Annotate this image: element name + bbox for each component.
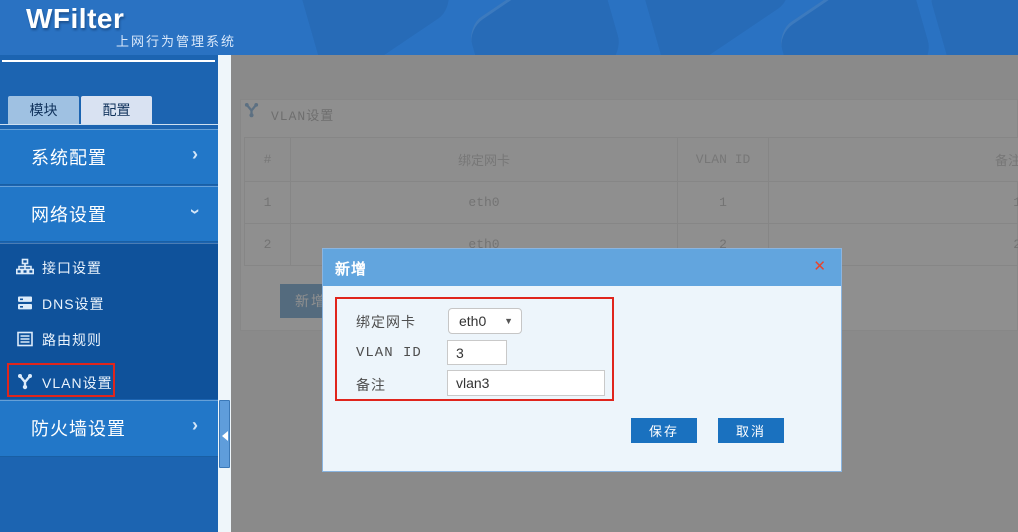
list-icon: [16, 330, 34, 348]
keyboard-key-shape: [777, 0, 933, 55]
server-icon: [16, 294, 34, 312]
sidebar-item-firewall-settings[interactable]: 防火墙设置 ›: [0, 400, 218, 457]
sidebar-divider: [2, 60, 215, 62]
close-icon[interactable]: ✕: [813, 257, 826, 275]
tabs-underline: [0, 124, 218, 125]
sidebar-item-network-settings[interactable]: 网络设置 ›: [0, 186, 218, 242]
keyboard-key-shape: [297, 0, 453, 55]
chevron-right-icon: ›: [192, 415, 198, 436]
chevron-down-icon: ▼: [504, 309, 513, 333]
field-label-vlanid: VLAN ID: [356, 345, 422, 361]
chevron-right-icon: ›: [192, 144, 198, 165]
vlanid-input[interactable]: [447, 340, 507, 365]
app-header: WFilter 上网行为管理系统: [0, 0, 1018, 55]
sidebar-item-route-rules[interactable]: 路由规则: [0, 322, 218, 356]
sidebar-item-label: 路由规则: [42, 330, 102, 350]
sidebar-item-label: 接口设置: [42, 258, 102, 278]
modal-titlebar: 新增 ✕: [323, 249, 841, 286]
vlan-highlight-box: [7, 363, 115, 397]
keyboard-key-shape: [927, 0, 1018, 55]
keyboard-key-shape: [637, 0, 793, 55]
field-label-remark: 备注: [356, 375, 386, 395]
field-label-nic: 绑定网卡: [356, 312, 416, 332]
sitemap-icon: [16, 258, 34, 276]
sidebar-scroll-strip: [218, 55, 231, 532]
sidebar-item-label: DNS设置: [42, 294, 105, 314]
wfilter-logo: WFilter: [26, 3, 124, 35]
app-subtitle: 上网行为管理系统: [116, 31, 236, 50]
sidebar-item-dns-settings[interactable]: DNS设置: [0, 286, 218, 320]
nav-group-label: 网络设置: [31, 201, 107, 227]
sidebar: 模块 配置 系统配置 › 网络设置 › 接口设置 DNS: [0, 55, 218, 532]
sidebar-item-system-config[interactable]: 系统配置 ›: [0, 129, 218, 185]
save-button[interactable]: 保存: [631, 418, 697, 443]
modal-title: 新增: [335, 258, 367, 279]
add-vlan-modal: 新增 ✕ 绑定网卡 eth0 ▼ VLAN ID 备注 保存 取消: [322, 248, 842, 472]
keyboard-key-shape: [467, 0, 623, 55]
cancel-button[interactable]: 取消: [718, 418, 784, 443]
tab-config[interactable]: 配置: [81, 96, 152, 124]
chevron-down-icon: ›: [185, 209, 206, 215]
nic-select-value: eth0: [459, 313, 486, 329]
sidebar-item-interface-settings[interactable]: 接口设置: [0, 250, 218, 284]
tab-modules[interactable]: 模块: [8, 96, 79, 124]
remark-input[interactable]: [447, 370, 605, 396]
collapse-left-icon: [222, 431, 228, 441]
nav-group-label: 防火墙设置: [31, 415, 126, 441]
nic-select[interactable]: eth0 ▼: [448, 308, 522, 334]
sidebar-collapse-handle[interactable]: [219, 400, 230, 468]
nav-group-label: 系统配置: [31, 144, 107, 170]
